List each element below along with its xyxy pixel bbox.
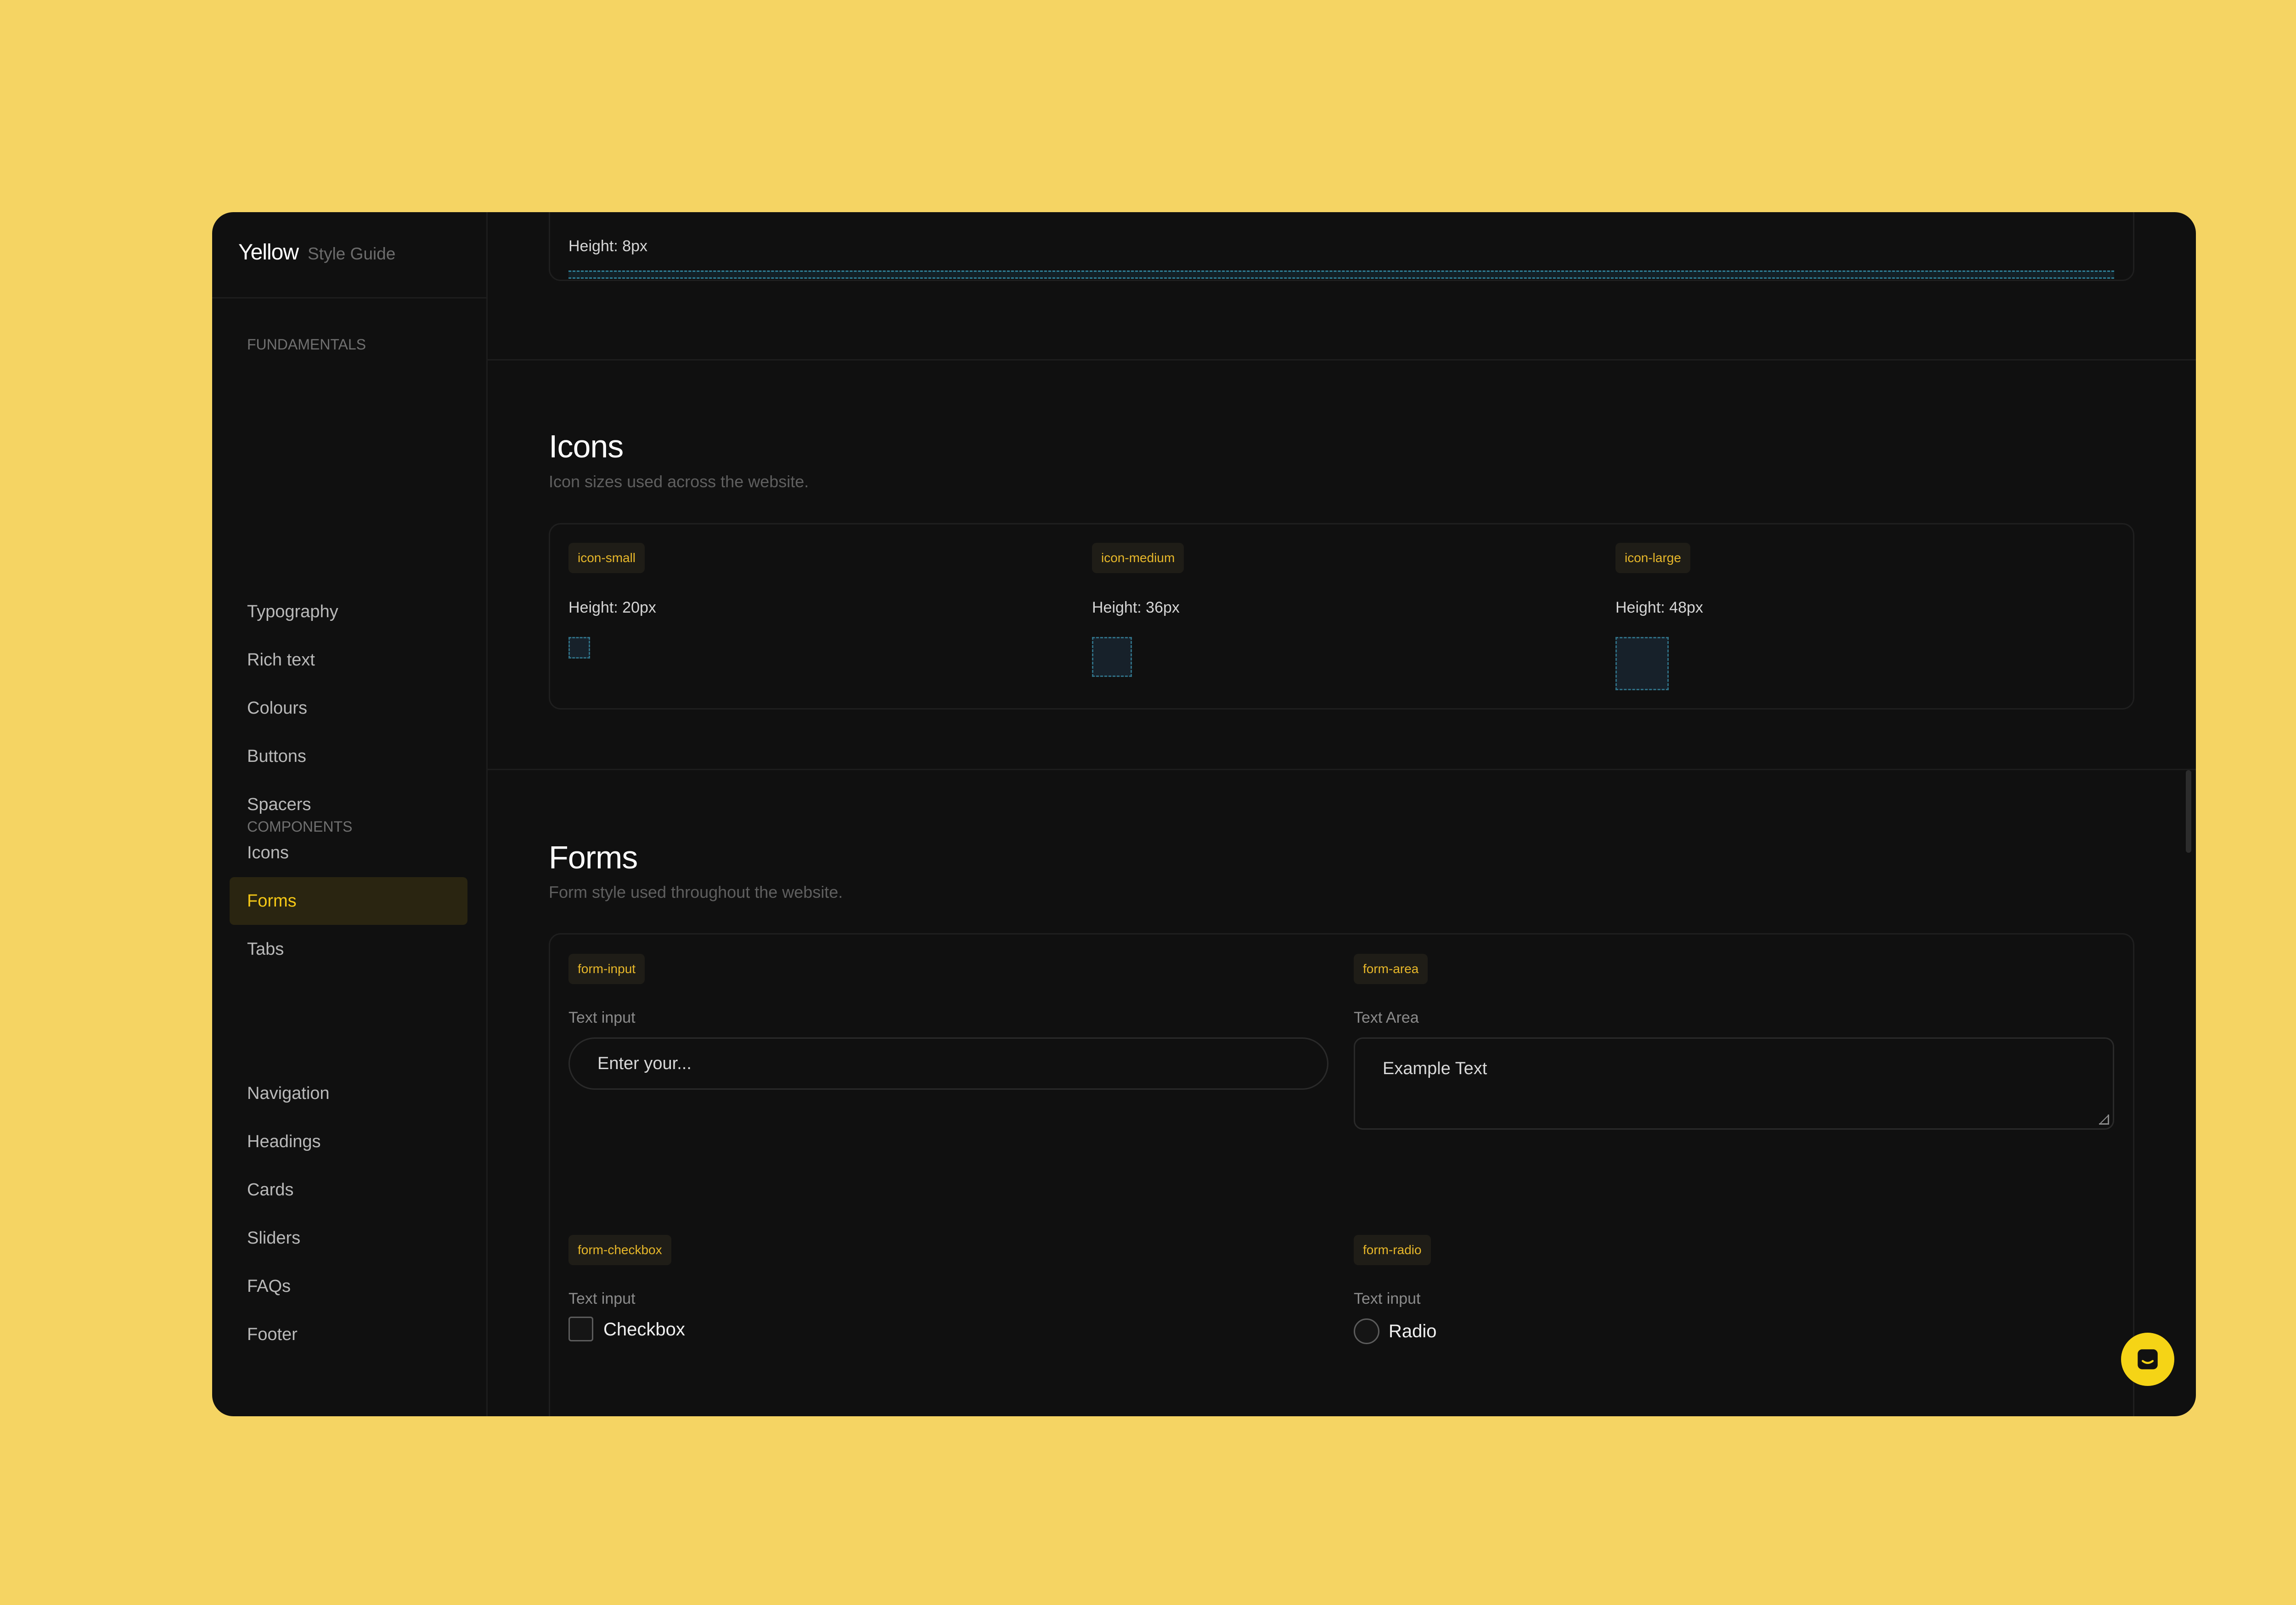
sidebar-divider	[212, 297, 488, 298]
chat-button[interactable]	[2121, 1333, 2174, 1386]
forms-section-subtitle: Form style used throughout the website.	[549, 883, 843, 901]
sidebar-item-label: FAQs	[247, 1276, 291, 1296]
sidebar-item-label: Spacers	[247, 794, 311, 814]
tag-form-area: form-area	[1354, 954, 1428, 984]
sidebar-item-label: Colours	[247, 698, 307, 718]
sidebar-item-icons[interactable]: Icons	[230, 829, 467, 877]
sidebar-item-label: Sliders	[247, 1228, 301, 1248]
radio-label[interactable]: Radio	[1389, 1321, 1437, 1342]
sidebar-item-navigation[interactable]: Navigation	[230, 1070, 467, 1117]
spacer-preview	[568, 270, 2114, 279]
text-input-label: Text input	[568, 1009, 636, 1026]
sidebar-item-colours[interactable]: Colours	[230, 684, 467, 732]
sidebar-item-label: Buttons	[247, 746, 306, 766]
sidebar-item-tabs[interactable]: Tabs	[230, 925, 467, 973]
sidebar-item-cards[interactable]: Cards	[230, 1166, 467, 1214]
resize-grip-icon[interactable]	[2099, 1115, 2109, 1125]
text-area-label: Text Area	[1354, 1009, 1419, 1026]
text-area-field[interactable]: Example Text	[1354, 1037, 2114, 1130]
icons-section-title: Icons	[549, 428, 624, 464]
sidebar-item-label: Cards	[247, 1180, 294, 1200]
sidebar-item-headings[interactable]: Headings	[230, 1118, 467, 1166]
nav-group-title-fundamentals: FUNDAMENTALS	[247, 336, 366, 353]
nav-group-title-components: COMPONENTS	[247, 818, 353, 835]
spacer-height-label: Height: 8px	[568, 237, 647, 255]
sidebar-item-label: Icons	[247, 843, 289, 862]
section-divider	[488, 769, 2196, 770]
tag-form-checkbox: form-checkbox	[568, 1235, 671, 1265]
brand[interactable]: Yellow Style Guide	[238, 240, 395, 276]
sidebar-item-footer[interactable]: Footer	[230, 1311, 467, 1358]
radio-button[interactable]	[1354, 1318, 1379, 1344]
sidebar-item-label: Navigation	[247, 1083, 330, 1103]
text-input-field[interactable]: Enter your...	[568, 1037, 1328, 1090]
icons-section-subtitle: Icon sizes used across the website.	[549, 472, 809, 491]
spacer-card: Height: 8px	[549, 212, 2134, 281]
scrollbar-thumb[interactable]	[2186, 770, 2191, 853]
sidebar-item-sliders[interactable]: Sliders	[230, 1214, 467, 1262]
checkbox-label[interactable]: Checkbox	[603, 1319, 685, 1340]
sidebar-item-label: Forms	[247, 891, 297, 911]
sidebar-item-label: Typography	[247, 602, 338, 621]
radio-group-label: Text input	[1354, 1290, 1421, 1307]
style-guide-window: Yellow Style Guide FUNDAMENTALS Typograp…	[212, 212, 2196, 1416]
icon-small-preview	[568, 637, 590, 659]
icon-medium-preview	[1092, 637, 1132, 677]
brand-name: Yellow	[238, 240, 299, 265]
forms-section-title: Forms	[549, 839, 638, 875]
icon-small-height-label: Height: 20px	[568, 599, 656, 616]
forms-card: form-input Text input Enter your... form…	[549, 933, 2134, 1416]
sidebar-item-buttons[interactable]: Buttons	[230, 732, 467, 780]
sidebar-item-faqs[interactable]: FAQs	[230, 1262, 467, 1310]
tag-icon-medium: icon-medium	[1092, 543, 1184, 573]
sidebar-item-label: Tabs	[247, 939, 284, 959]
sidebar-item-rich-text[interactable]: Rich text	[230, 636, 467, 684]
sidebar-item-label: Rich text	[247, 650, 315, 670]
tag-form-radio: form-radio	[1354, 1235, 1431, 1265]
checkbox-group-label: Text input	[568, 1290, 636, 1307]
sidebar-item-forms[interactable]: Forms	[230, 877, 467, 925]
sidebar-item-label: Footer	[247, 1324, 298, 1344]
tag-form-input: form-input	[568, 954, 645, 984]
icons-card: icon-small Height: 20px icon-medium Heig…	[549, 523, 2134, 710]
section-divider	[488, 359, 2196, 360]
sidebar-item-typography[interactable]: Typography	[230, 588, 467, 636]
main-content: Height: 8px Icons Icon sizes used across…	[488, 212, 2196, 1416]
icon-large-height-label: Height: 48px	[1615, 599, 1703, 616]
checkbox[interactable]	[568, 1317, 593, 1341]
tag-icon-small: icon-small	[568, 543, 645, 573]
brand-subtitle: Style Guide	[308, 244, 396, 263]
tag-icon-large: icon-large	[1615, 543, 1690, 573]
icon-large-preview	[1615, 637, 1669, 690]
text-area-value: Example Text	[1383, 1059, 1487, 1078]
sidebar-item-label: Headings	[247, 1132, 321, 1151]
sidebar: Yellow Style Guide FUNDAMENTALS Typograp…	[212, 212, 488, 1416]
icon-medium-height-label: Height: 36px	[1092, 599, 1180, 616]
chat-icon	[2138, 1349, 2158, 1369]
